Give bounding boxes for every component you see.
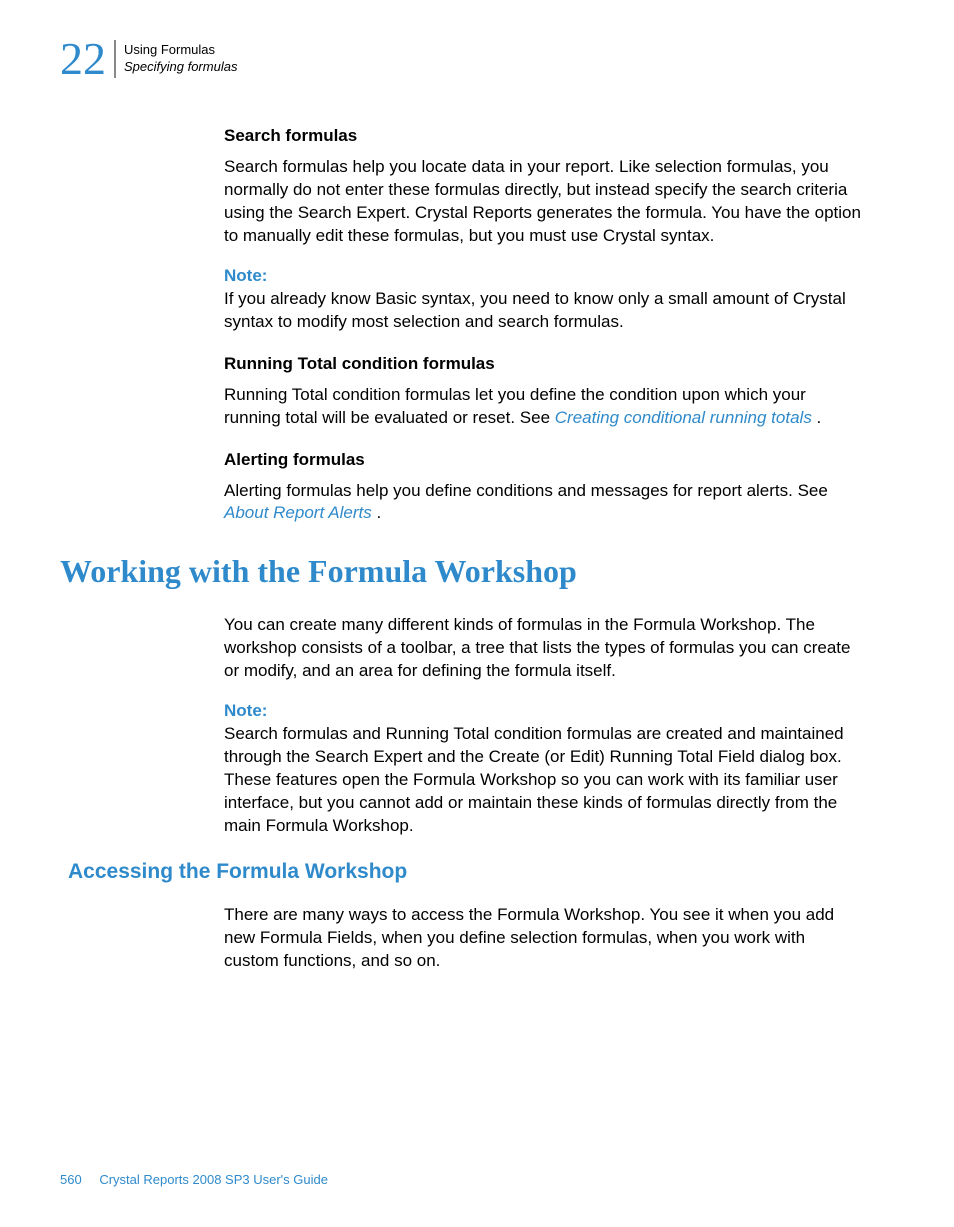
page-header: 22 Using Formulas Specifying formulas [60, 36, 894, 82]
workshop-note-body: Search formulas and Running Total condit… [224, 723, 862, 838]
header-line1: Using Formulas [124, 42, 237, 59]
accessing-body: There are many ways to access the Formul… [224, 904, 862, 973]
chapter-number: 22 [60, 36, 106, 82]
page-footer: 560 Crystal Reports 2008 SP3 User's Guid… [60, 1172, 328, 1187]
header-text-block: Using Formulas Specifying formulas [124, 42, 237, 76]
header-divider [114, 40, 116, 78]
content-area: Search formulas Search formulas help you… [224, 126, 862, 525]
alerting-body-post: . [372, 503, 381, 522]
accessing-heading: Accessing the Formula Workshop [68, 860, 894, 884]
search-formulas-section: Search formulas Search formulas help you… [224, 126, 862, 334]
alerting-body: Alerting formulas help you define condit… [224, 480, 862, 526]
running-total-section: Running Total condition formulas Running… [224, 354, 862, 430]
search-heading: Search formulas [224, 126, 862, 146]
search-note-label: Note: [224, 266, 862, 286]
running-link[interactable]: Creating conditional running totals [555, 408, 812, 427]
accessing-content: There are many ways to access the Formul… [224, 904, 862, 973]
search-note-body: If you already know Basic syntax, you ne… [224, 288, 862, 334]
footer-title: Crystal Reports 2008 SP3 User's Guide [99, 1172, 328, 1187]
search-body: Search formulas help you locate data in … [224, 156, 862, 248]
workshop-body: You can create many different kinds of f… [224, 614, 862, 683]
alerting-section: Alerting formulas Alerting formulas help… [224, 450, 862, 526]
workshop-content: You can create many different kinds of f… [224, 614, 862, 838]
alerting-body-pre: Alerting formulas help you define condit… [224, 481, 828, 500]
header-line2: Specifying formulas [124, 59, 237, 76]
footer-page-number: 560 [60, 1172, 82, 1187]
page: 22 Using Formulas Specifying formulas Se… [0, 0, 954, 1227]
workshop-note-label: Note: [224, 701, 862, 721]
alerting-link[interactable]: About Report Alerts [224, 503, 372, 522]
running-body: Running Total condition formulas let you… [224, 384, 862, 430]
running-heading: Running Total condition formulas [224, 354, 862, 374]
workshop-heading: Working with the Formula Workshop [60, 553, 894, 590]
running-body-post: . [812, 408, 821, 427]
alerting-heading: Alerting formulas [224, 450, 862, 470]
